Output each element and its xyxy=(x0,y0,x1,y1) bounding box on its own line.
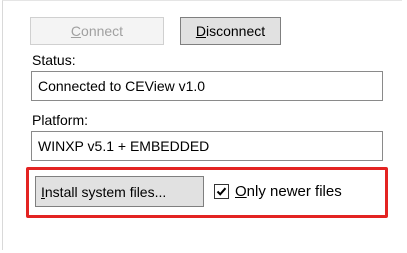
disconnect-button-accel: D xyxy=(195,23,206,39)
only-newer-files-checkbox[interactable] xyxy=(214,183,229,199)
check-icon xyxy=(216,187,227,196)
connect-button-label: onnect xyxy=(81,23,124,39)
only-newer-files-option[interactable]: Only newer files xyxy=(206,178,342,204)
platform-field[interactable]: WINXP v5.1 + EMBEDDED xyxy=(31,131,383,161)
only-newer-accel: O xyxy=(235,182,247,200)
connect-button-accel: C xyxy=(70,23,82,39)
status-field[interactable]: Connected to CEView v1.0 xyxy=(31,71,383,101)
platform-label: Platform: xyxy=(32,112,89,128)
disconnect-button-label: isconnect xyxy=(205,23,266,39)
disconnect-button[interactable]: Disconnect xyxy=(180,17,281,45)
status-label: Status: xyxy=(32,52,76,68)
only-newer-text: nly newer files xyxy=(246,182,342,200)
only-newer-files-label: Only newer files xyxy=(235,183,342,200)
install-button-label: nstall system files... xyxy=(44,183,167,200)
install-system-files-button[interactable]: Install system files... xyxy=(35,176,204,207)
connect-button[interactable]: Connect xyxy=(30,17,164,45)
